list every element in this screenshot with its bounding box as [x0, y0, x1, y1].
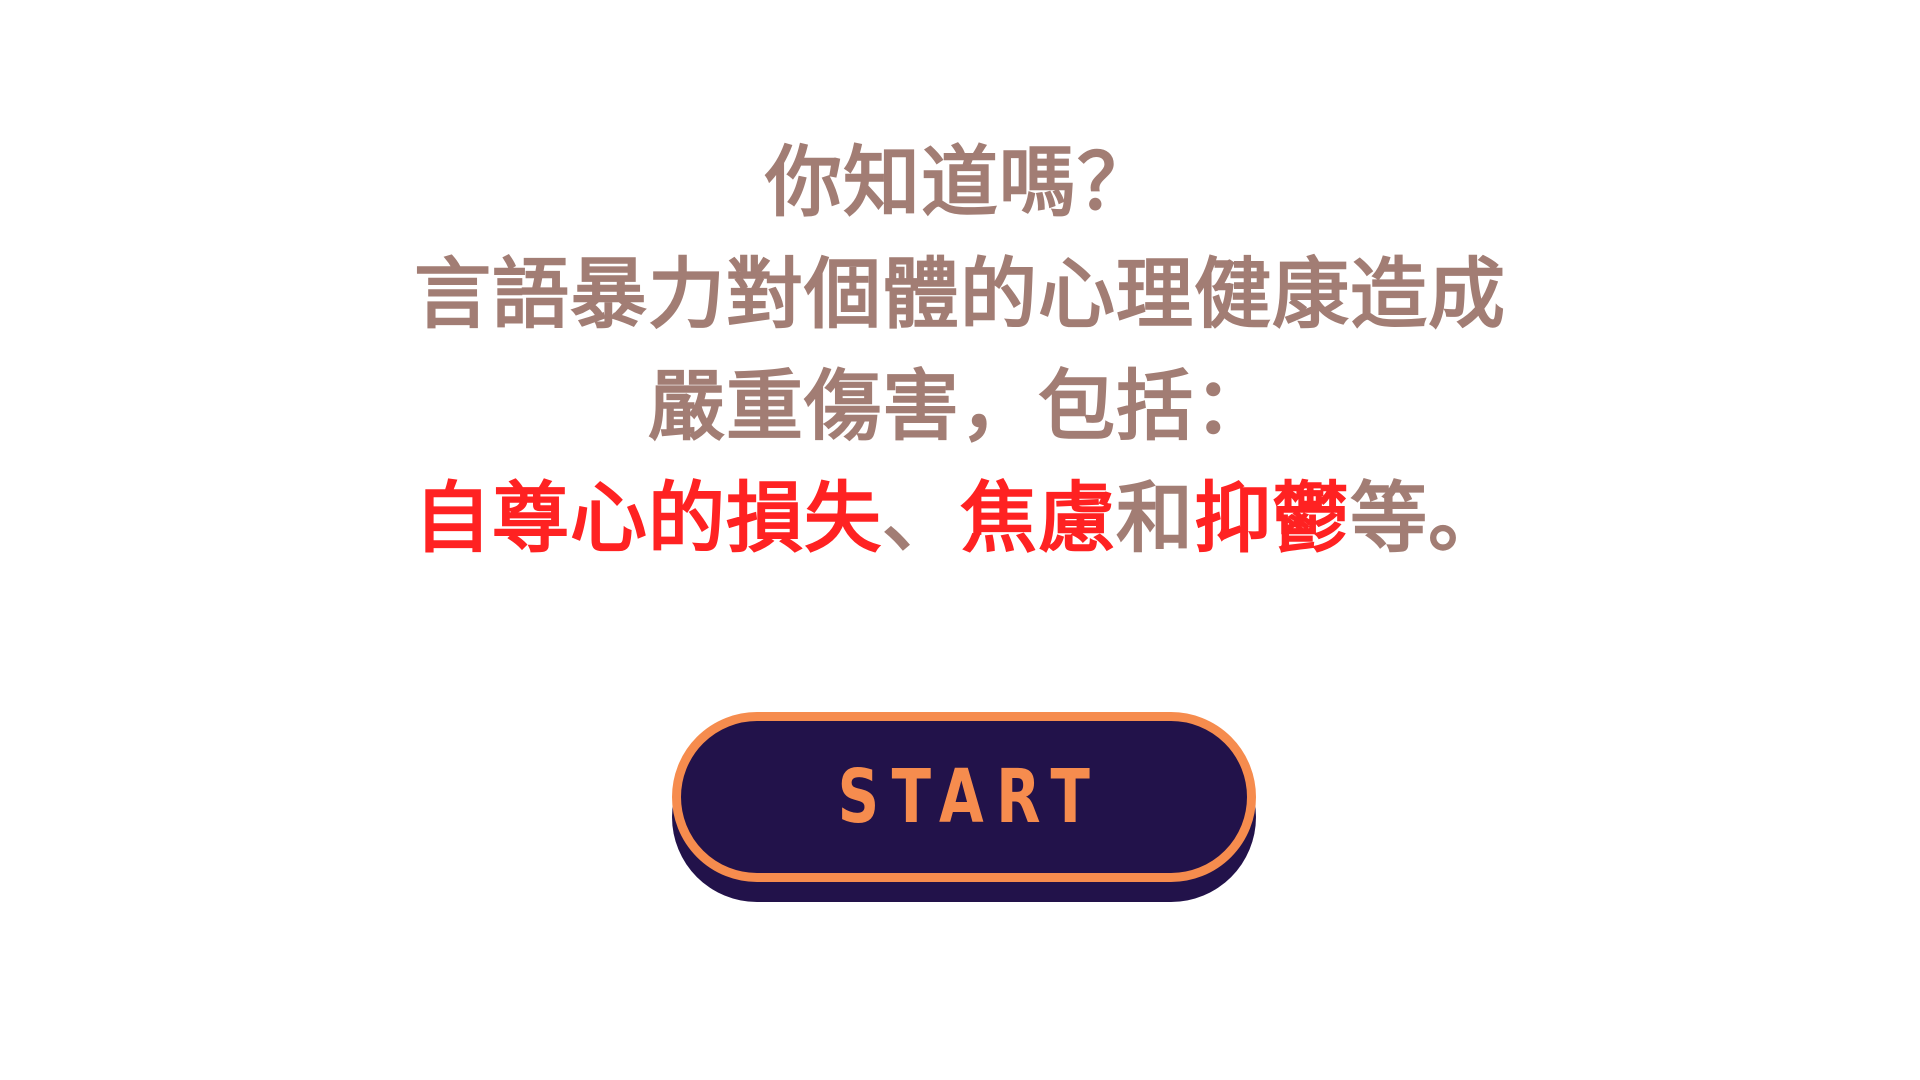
- message-line-1: 你知道嗎？: [765, 139, 1155, 228]
- intro-message: 你知道嗎？ 言語暴力對個體的心理健康造成 嚴重傷害，包括： 自尊心的損失、焦慮和…: [0, 128, 1920, 576]
- ending-etc: 等。: [1350, 475, 1506, 564]
- highlight-self-esteem-loss: 自尊心的損失: [414, 475, 882, 564]
- message-line-4: 自尊心的損失、焦慮和抑鬱等。: [0, 464, 1920, 576]
- conjunction-and: 和: [1116, 475, 1194, 564]
- message-line-2: 言語暴力對個體的心理健康造成: [414, 251, 1506, 340]
- highlight-depression: 抑鬱: [1194, 475, 1350, 564]
- start-button-container: START: [672, 712, 1256, 902]
- start-button-label: START: [837, 754, 1103, 840]
- start-button[interactable]: START: [672, 712, 1256, 882]
- message-line-3: 嚴重傷害，包括：: [648, 363, 1272, 452]
- highlight-anxiety: 焦慮: [960, 475, 1116, 564]
- separator-comma: 、: [882, 475, 960, 564]
